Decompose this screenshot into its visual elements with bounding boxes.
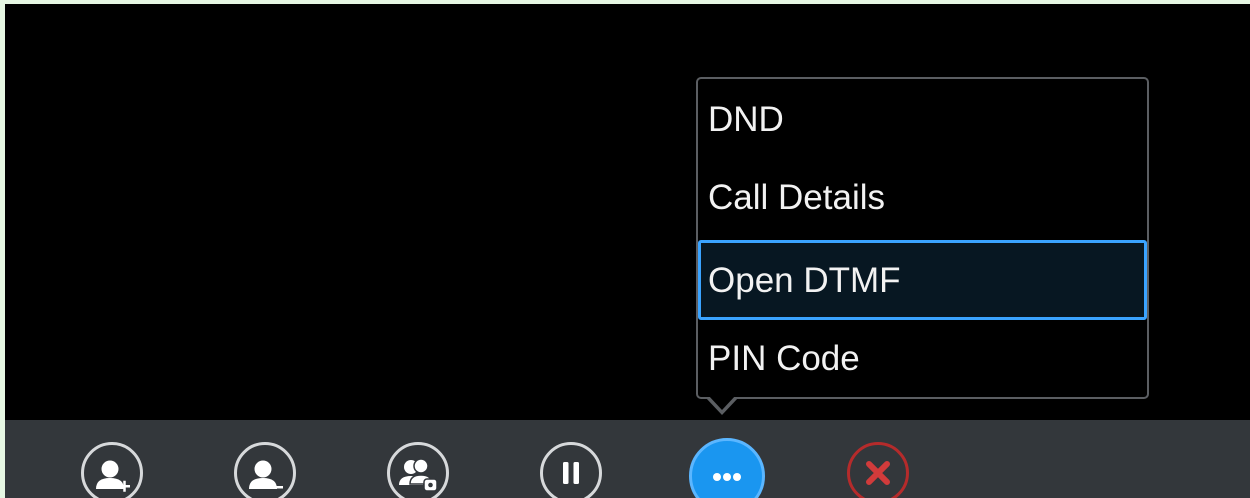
conference-manage-icon (399, 458, 438, 492)
end-call-icon (866, 461, 890, 485)
remove-participant-button[interactable] (234, 442, 296, 498)
more-icon (713, 473, 741, 481)
conference-manage-button[interactable] (387, 442, 449, 498)
more-button[interactable] (689, 438, 765, 498)
more-options-menu: DND Call Details Open DTMF PIN Code (696, 77, 1149, 399)
hold-icon (563, 462, 579, 484)
call-screen: DND Call Details Open DTMF PIN Code (5, 4, 1250, 498)
menu-item-call-details[interactable]: Call Details (698, 159, 1147, 237)
hold-button[interactable] (540, 442, 602, 498)
add-participant-button[interactable] (81, 442, 143, 498)
menu-item-dnd[interactable]: DND (698, 81, 1147, 159)
call-toolbar (5, 420, 1250, 498)
menu-item-open-dtmf[interactable]: Open DTMF (698, 240, 1147, 320)
menu-item-pin-code[interactable]: PIN Code (698, 320, 1147, 398)
add-participant-icon (96, 460, 130, 492)
end-call-button[interactable] (847, 442, 909, 498)
remove-participant-icon (249, 460, 283, 489)
menu-pointer-fill (708, 395, 736, 410)
